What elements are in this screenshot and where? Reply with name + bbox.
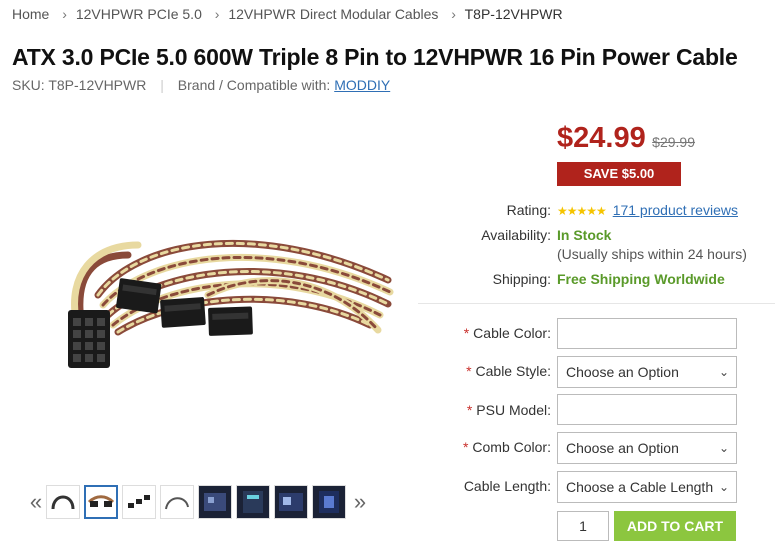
shipping-value: Free Shipping Worldwide (557, 271, 725, 287)
thumbnail-5[interactable] (198, 485, 232, 519)
cable-length-label-text: Cable Length: (463, 478, 551, 494)
availability-label: Availability: (481, 227, 551, 243)
product-image[interactable] (58, 200, 403, 395)
divider (418, 303, 775, 304)
chevron-down-icon: ⌄ (718, 441, 729, 455)
cable-style-label-text: Cable Style: (475, 363, 551, 379)
quantity-input[interactable]: 1 (557, 511, 609, 541)
required-mark: * (466, 402, 473, 418)
add-to-cart-button[interactable]: ADD TO CART (614, 511, 736, 541)
breadcrumb-separator: › (214, 6, 220, 22)
comb-color-label-text: Comb Color: (472, 439, 551, 455)
sku-label: SKU: (12, 77, 45, 93)
chevron-down-icon: ⌄ (718, 365, 729, 379)
comb-color-select[interactable]: Choose an Option ⌄ (557, 432, 737, 464)
cable-style-select[interactable]: Choose an Option ⌄ (557, 356, 737, 388)
thumbnail-strip: « » (26, 484, 370, 520)
cable-style-label: * Cable Style: (466, 363, 551, 379)
breadcrumb: Home › 12VHPWR PCIe 5.0 › 12VHPWR Direct… (12, 6, 563, 22)
thumbnail-8[interactable] (312, 485, 346, 519)
thumbnail-3[interactable] (122, 485, 156, 519)
cable-length-value: Choose a Cable Length (566, 479, 714, 495)
thumbs-next-arrow[interactable]: » (350, 489, 370, 515)
required-mark: * (463, 325, 470, 341)
chevron-down-icon: ⌄ (718, 480, 729, 494)
cable-color-label: * Cable Color: (464, 325, 551, 341)
price-box: $24.99 $29.99 (557, 122, 695, 155)
thumbnail-1[interactable] (46, 485, 80, 519)
old-price: $29.99 (652, 134, 695, 150)
rating-value: ★★★★★ 171 product reviews (557, 202, 738, 218)
breadcrumb-12vhpwr-pcie5[interactable]: 12VHPWR PCIe 5.0 (76, 6, 202, 22)
cable-length-label: Cable Length: (464, 478, 551, 494)
cable-style-value: Choose an Option (566, 364, 679, 380)
save-badge: SAVE $5.00 (557, 162, 681, 186)
reviews-link[interactable]: 171 product reviews (613, 202, 738, 218)
page-title: ATX 3.0 PCIe 5.0 600W Triple 8 Pin to 12… (12, 44, 738, 70)
brand-label: Brand / Compatible with: (177, 77, 331, 93)
thumbnail-4[interactable] (160, 485, 194, 519)
breadcrumb-separator: › (62, 6, 67, 22)
breadcrumb-current: T8P-12VHPWR (464, 6, 563, 22)
thumbnail-7[interactable] (274, 485, 308, 519)
rating-stars-icon: ★★★★★ (557, 204, 607, 218)
availability-status: In Stock (557, 227, 612, 243)
cable-length-select[interactable]: Choose a Cable Length ⌄ (557, 471, 737, 503)
thumbs-prev-arrow[interactable]: « (26, 489, 46, 515)
thumbnail-6[interactable] (236, 485, 270, 519)
comb-color-value: Choose an Option (566, 440, 679, 456)
required-mark: * (466, 363, 472, 379)
psu-model-input[interactable] (557, 394, 737, 425)
required-mark: * (462, 439, 469, 455)
breadcrumb-separator: › (451, 6, 456, 22)
current-price: $24.99 (557, 122, 646, 154)
sku-value: T8P-12VHPWR (48, 77, 147, 93)
cable-color-input[interactable] (557, 318, 737, 349)
psu-model-label: * PSU Model: (467, 402, 551, 418)
shipping-label: Shipping: (492, 271, 551, 287)
psu-model-label-text: PSU Model: (476, 402, 551, 418)
cable-color-label-text: Cable Color: (473, 325, 551, 341)
breadcrumb-home[interactable]: Home (12, 6, 49, 22)
product-meta: SKU: T8P-12VHPWR | Brand / Compatible wi… (12, 77, 390, 93)
rating-label: Rating: (506, 202, 551, 218)
thumbnail-2[interactable] (84, 485, 118, 519)
brand-link[interactable]: MODDIY (334, 77, 390, 93)
breadcrumb-direct-modular-cables[interactable]: 12VHPWR Direct Modular Cables (228, 6, 438, 22)
meta-divider: | (160, 77, 164, 93)
ships-note: (Usually ships within 24 hours) (557, 246, 747, 262)
comb-color-label: * Comb Color: (463, 439, 551, 455)
